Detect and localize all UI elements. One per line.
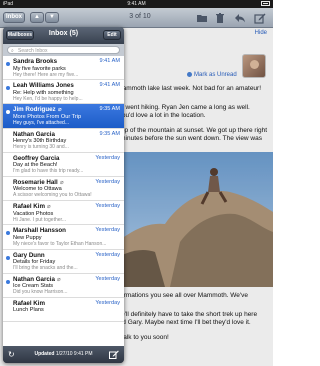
hide-details-link[interactable]: Hide [255, 30, 267, 36]
mail-preview: My niece's favor to Taylor Ethan Hanson.… [13, 240, 107, 247]
mail-list-item[interactable]: Nathan Garcia 9:35 AM Henry's 30th Birthda… [3, 128, 124, 153]
body-line: l. We'll definitely have to take the sho… [110, 311, 258, 318]
unread-dot-icon [6, 110, 10, 115]
body-line: he top of the mountain at sunset. We got… [110, 127, 268, 134]
mail-sender: Nathan Garcia [13, 275, 55, 283]
mail-list-item[interactable]: Sandra Brooks 9:41 AM My five favorite par… [3, 56, 124, 81]
mail-preview: Henry is turning 30 and... [13, 144, 69, 151]
body-line: ew minutes before the sun went down. The… [110, 135, 262, 142]
message-list: Sandra Brooks 9:41 AM My five favorite par… [3, 56, 124, 346]
message-toolbar: Inbox ▲ ▼ 3 of 10 [0, 8, 273, 28]
mail-preview: A scissor welcoming you to Ottawa! [13, 192, 92, 199]
down-arrow-icon: ▼ [49, 14, 55, 20]
mail-list-item[interactable]: Rafael Kim Yesterday Lunch Plans [3, 297, 124, 323]
folder-icon[interactable] [196, 12, 208, 24]
body-line: to Mammoth lake last week. Not bad for a… [110, 85, 262, 92]
mail-list-item[interactable]: Jim Rodriguez 9:35 AM More Photos From Our… [3, 104, 124, 129]
mail-preview: Hey guys, I've attached... [13, 119, 69, 126]
mail-subject: Lunch Plans [13, 307, 44, 314]
mail-preview: I'll bring the snacks and the... [13, 265, 78, 271]
body-line: e we went hiking. Ryan Jen came a long a… [110, 104, 250, 111]
search-input[interactable]: ⌕ Search Inbox [7, 46, 120, 54]
mail-time: Yesterday [95, 227, 120, 234]
mail-time: 9:35 AM [99, 130, 120, 137]
popover-footer: ↻ Updated 1/27/10 9:41 PM [3, 346, 124, 363]
search-bar: ⌕ Search Inbox [3, 44, 124, 56]
mail-preview: Hey there! Here are my five... [13, 71, 79, 78]
search-icon: ⌕ [11, 48, 14, 54]
unread-dot-icon [6, 279, 10, 284]
mail-list-item[interactable]: Rosemarie Hall Yesterday Welcome to Ottawa… [3, 176, 124, 202]
mark-as-unread-label: Mark as Unread [194, 72, 237, 78]
updated-status: Updated 1/27/10 9:41 PM [3, 351, 124, 357]
updated-time: 1/27/10 9:41 PM [55, 351, 93, 357]
mail-sender: Rosemarie Hall [13, 178, 58, 186]
previous-message-button[interactable]: ▲ [30, 12, 44, 23]
attachment-icon: ⌀ [60, 179, 64, 186]
message-counter: 3 of 10 [129, 13, 151, 20]
compose-icon[interactable] [109, 350, 119, 359]
mail-time: Yesterday [95, 299, 120, 306]
status-bar: iPad 9:41 AM [0, 0, 273, 8]
mail-list-item[interactable]: Rafael Kim Yesterday Vacation Photos Hi Jan… [3, 201, 124, 226]
updated-label: Updated [34, 351, 55, 357]
mail-preview: I'm glad to have this trip ready... [13, 168, 84, 175]
search-placeholder: Search Inbox [18, 48, 48, 54]
unread-dot-icon [6, 231, 10, 236]
mail-sender: Rafael Kim [13, 203, 45, 211]
mail-sender: Jim Rodriguez [13, 106, 56, 114]
trash-icon[interactable] [214, 12, 226, 24]
edit-button[interactable]: Edit [103, 30, 121, 40]
mail-time: Yesterday [95, 154, 120, 161]
body-line: ck formations you see all over Mammoth. … [110, 292, 249, 299]
reply-icon[interactable] [234, 12, 246, 24]
mail-preview: Did you know Harrison... [13, 289, 68, 296]
unread-dot-icon [6, 255, 10, 260]
mark-as-unread-link[interactable]: Mark as Unread [187, 72, 237, 78]
attached-photo[interactable] [110, 152, 273, 287]
compose-icon[interactable] [254, 12, 266, 24]
mail-list-item[interactable]: Nathan Garcia Yesterday Ice Cream Stats Did… [3, 273, 124, 298]
unread-dot-icon [6, 62, 10, 66]
next-message-button[interactable]: ▼ [45, 12, 59, 23]
body-line: k and Gary. Maybe next time I'll bet the… [110, 319, 251, 326]
mail-preview: Hi Jane. I put together... [13, 216, 67, 223]
mail-time: 9:35 AM [99, 106, 120, 113]
attachment-icon: ⌀ [58, 107, 62, 114]
inbox-button[interactable]: Inbox [3, 12, 25, 23]
mail-time: 9:41 AM [99, 58, 120, 64]
clock: 9:41 AM [127, 1, 146, 7]
mail-sender: Geoffrey Garcia [13, 154, 60, 162]
mail-time: Yesterday [95, 275, 120, 282]
inbox-popover: Mailboxes Inbox (5) Edit ⌕ Search Inbox … [3, 27, 124, 363]
mail-sender: Marshall Hansson [13, 227, 66, 235]
mail-list-item[interactable]: Marshall Hansson Yesterday New Puppy My nie… [3, 225, 124, 250]
popover-header: Mailboxes Inbox (5) Edit [3, 27, 124, 44]
unread-dot-icon [187, 72, 192, 77]
unread-dot-icon [6, 86, 10, 91]
mail-time: 9:41 AM [99, 82, 120, 89]
attachment-icon: ⌀ [47, 204, 51, 211]
mail-time: Yesterday [95, 203, 120, 210]
mail-sender: Rafael Kim [13, 299, 45, 307]
mail-list-item[interactable]: Leah Williams Jones 9:41 AM Re: Help with … [3, 80, 124, 105]
battery-icon [261, 1, 270, 6]
mail-sender: Nathan Garcia [13, 130, 55, 138]
mail-sender: Sandra Brooks [13, 58, 58, 65]
attachment-icon: ⌀ [57, 276, 61, 283]
mail-time: Yesterday [95, 251, 120, 258]
mail-time: Yesterday [95, 178, 120, 185]
mail-preview: Hey Ken, I'd be happy to help... [13, 95, 83, 102]
mail-list-item[interactable]: Gary Dunn Yesterday Details for Friday I'll… [3, 249, 124, 274]
up-arrow-icon: ▲ [34, 14, 40, 20]
body-line: ts, you'd love a lot in the location. [110, 112, 206, 119]
mail-list-item[interactable]: Geoffrey Garcia Yesterday Day at the Beach… [3, 152, 124, 177]
mail-sender: Gary Dunn [13, 251, 45, 259]
mail-sender: Leah Williams Jones [13, 82, 74, 90]
sender-avatar [242, 54, 266, 78]
